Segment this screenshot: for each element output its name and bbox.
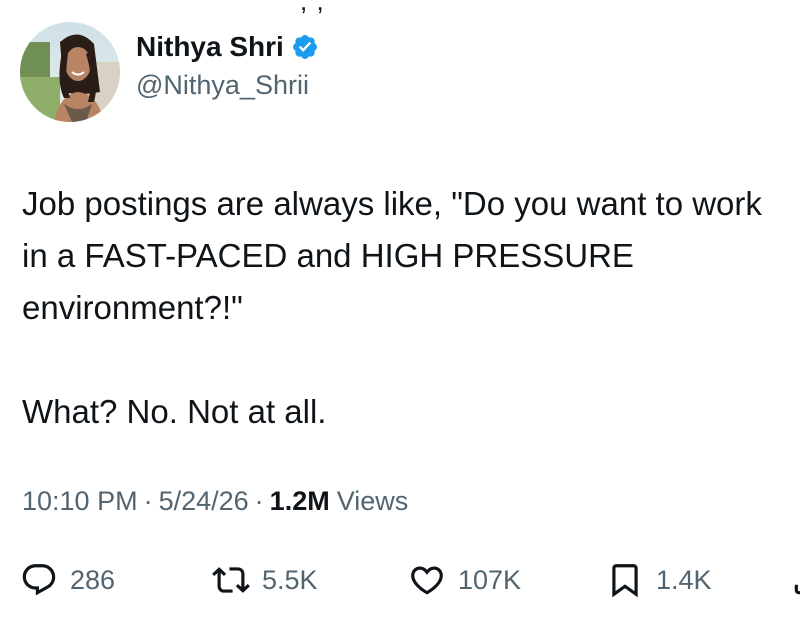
avatar-photo-icon: [20, 22, 120, 122]
reply-button[interactable]: 286: [20, 556, 115, 604]
tweet-date[interactable]: 5/24/26: [159, 486, 249, 517]
like-count: 107K: [458, 564, 522, 595]
meta-separator: ·: [254, 486, 264, 516]
speech-bubble-icon: [22, 564, 56, 596]
avatar[interactable]: [20, 22, 120, 122]
share-button[interactable]: [790, 556, 800, 604]
repost-button[interactable]: 5.5K: [212, 556, 318, 604]
tweet-screenshot: , , Nithya Shri @Nithya_Shrii Job postin…: [0, 0, 800, 622]
author-name-row: Nithya Shri: [136, 30, 319, 64]
views-count: 1.2M: [269, 486, 330, 516]
meta-separator: ·: [143, 486, 153, 516]
repost-count: 5.5K: [262, 564, 318, 595]
verified-badge-icon[interactable]: [291, 33, 319, 61]
tweet-paragraph: What? No. Not at all.: [22, 393, 327, 430]
bookmark-button[interactable]: 1.4K: [606, 556, 712, 604]
reply-count: 286: [70, 564, 116, 595]
tweet-time[interactable]: 10:10 PM: [22, 486, 138, 517]
bookmark-count: 1.4K: [656, 564, 712, 595]
author-display-name[interactable]: Nithya Shri: [136, 30, 284, 64]
like-button[interactable]: 107K: [408, 556, 521, 604]
author-info: Nithya Shri @Nithya_Shrii: [136, 30, 319, 102]
heart-icon: [411, 566, 443, 595]
action-bar: 286 5.5K 107K 1.4K: [20, 556, 800, 604]
tweet-body: Job postings are always like, "Do you wa…: [22, 178, 792, 438]
cropped-previous-text: , ,: [300, 0, 325, 16]
views-label: Views: [336, 486, 409, 516]
author-handle[interactable]: @Nithya_Shrii: [136, 68, 319, 102]
bookmark-icon: [612, 564, 638, 598]
share-icon: [794, 574, 800, 595]
tweet-meta: 10:10 PM · 5/24/26 · 1.2M Views: [22, 486, 408, 517]
tweet-paragraph: Job postings are always like, "Do you wa…: [22, 185, 762, 326]
repost-arrows-icon: [212, 567, 250, 593]
tweet-header: Nithya Shri @Nithya_Shrii: [20, 22, 319, 122]
